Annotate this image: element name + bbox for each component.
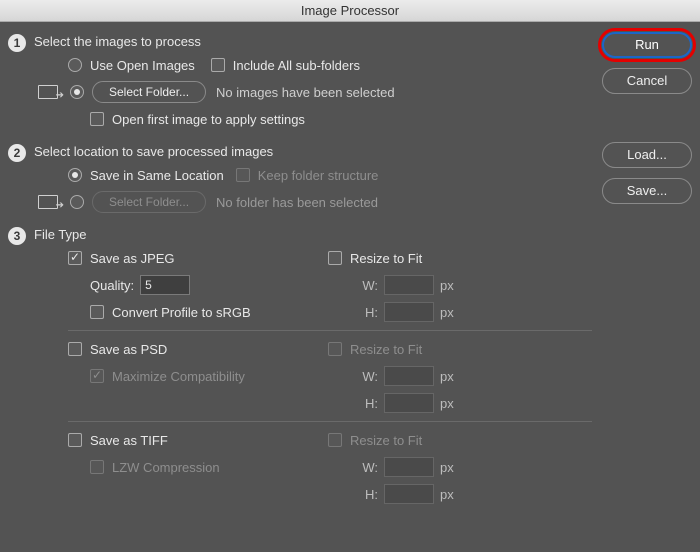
cancel-button[interactable]: Cancel — [602, 68, 692, 94]
folder-arrow-icon: ➔ — [38, 85, 58, 99]
lzw-compression-checkbox — [90, 460, 104, 474]
tiff-h-unit: px — [440, 487, 454, 502]
no-images-note: No images have been selected — [216, 85, 395, 100]
divider — [68, 421, 592, 422]
use-open-images-radio[interactable] — [68, 58, 82, 72]
step-badge-1: 1 — [8, 34, 26, 52]
include-subfolders-label: Include All sub-folders — [233, 58, 360, 73]
select-folder-radio[interactable] — [70, 85, 84, 99]
step3-title: File Type — [34, 227, 592, 242]
section-select-images: 1 Select the images to process Use Open … — [8, 28, 592, 138]
save-as-jpeg-label: Save as JPEG — [90, 251, 175, 266]
use-open-images-label: Use Open Images — [90, 58, 195, 73]
lzw-compression-label: LZW Compression — [112, 460, 220, 475]
psd-height-input — [384, 393, 434, 413]
tiff-width-input — [384, 457, 434, 477]
convert-srgb-label: Convert Profile to sRGB — [112, 305, 251, 320]
maximize-compat-checkbox — [90, 369, 104, 383]
select-folder-button[interactable]: Select Folder... — [92, 81, 206, 103]
no-folder-note: No folder has been selected — [216, 195, 378, 210]
folder-arrow-icon-2: ➔ — [38, 195, 58, 209]
save-as-psd-label: Save as PSD — [90, 342, 167, 357]
window-titlebar: Image Processor — [0, 0, 700, 22]
psd-resize-label: Resize to Fit — [350, 342, 422, 357]
save-same-location-radio[interactable] — [68, 168, 82, 182]
tiff-height-input — [384, 484, 434, 504]
psd-h-label: H: — [350, 396, 378, 411]
step1-title: Select the images to process — [34, 34, 592, 49]
tiff-w-label: W: — [350, 460, 378, 475]
jpeg-quality-label: Quality: — [90, 278, 134, 293]
jpeg-h-unit: px — [440, 305, 454, 320]
tiff-w-unit: px — [440, 460, 454, 475]
jpeg-w-label: W: — [350, 278, 378, 293]
jpeg-resize-checkbox[interactable] — [328, 251, 342, 265]
save-button[interactable]: Save... — [602, 178, 692, 204]
include-subfolders-checkbox[interactable] — [211, 58, 225, 72]
section-save-location: 2 Select location to save processed imag… — [8, 138, 592, 221]
step2-title: Select location to save processed images — [34, 144, 592, 159]
tiff-resize-label: Resize to Fit — [350, 433, 422, 448]
psd-width-input — [384, 366, 434, 386]
keep-folder-structure-checkbox — [236, 168, 250, 182]
save-as-tiff-checkbox[interactable] — [68, 433, 82, 447]
save-select-folder-button: Select Folder... — [92, 191, 206, 213]
run-button[interactable]: Run — [602, 32, 692, 58]
step-badge-2: 2 — [8, 144, 26, 162]
section-file-type: 3 File Type Save as JPEG Resize to Fit — [8, 221, 592, 513]
divider — [68, 330, 592, 331]
load-button[interactable]: Load... — [602, 142, 692, 168]
jpeg-quality-input[interactable] — [140, 275, 190, 295]
jpeg-w-unit: px — [440, 278, 454, 293]
step-badge-3: 3 — [8, 227, 26, 245]
save-as-jpeg-checkbox[interactable] — [68, 251, 82, 265]
psd-w-unit: px — [440, 369, 454, 384]
open-first-image-label: Open first image to apply settings — [112, 112, 305, 127]
jpeg-width-input — [384, 275, 434, 295]
convert-srgb-checkbox[interactable] — [90, 305, 104, 319]
maximize-compat-label: Maximize Compatibility — [112, 369, 245, 384]
save-same-location-label: Save in Same Location — [90, 168, 224, 183]
save-select-folder-radio[interactable] — [70, 195, 84, 209]
tiff-h-label: H: — [350, 487, 378, 502]
psd-w-label: W: — [350, 369, 378, 384]
save-as-tiff-label: Save as TIFF — [90, 433, 168, 448]
open-first-image-checkbox[interactable] — [90, 112, 104, 126]
tiff-resize-checkbox — [328, 433, 342, 447]
jpeg-height-input — [384, 302, 434, 322]
jpeg-resize-label: Resize to Fit — [350, 251, 422, 266]
jpeg-h-label: H: — [350, 305, 378, 320]
keep-folder-structure-label: Keep folder structure — [258, 168, 379, 183]
save-as-psd-checkbox[interactable] — [68, 342, 82, 356]
psd-resize-checkbox — [328, 342, 342, 356]
psd-h-unit: px — [440, 396, 454, 411]
